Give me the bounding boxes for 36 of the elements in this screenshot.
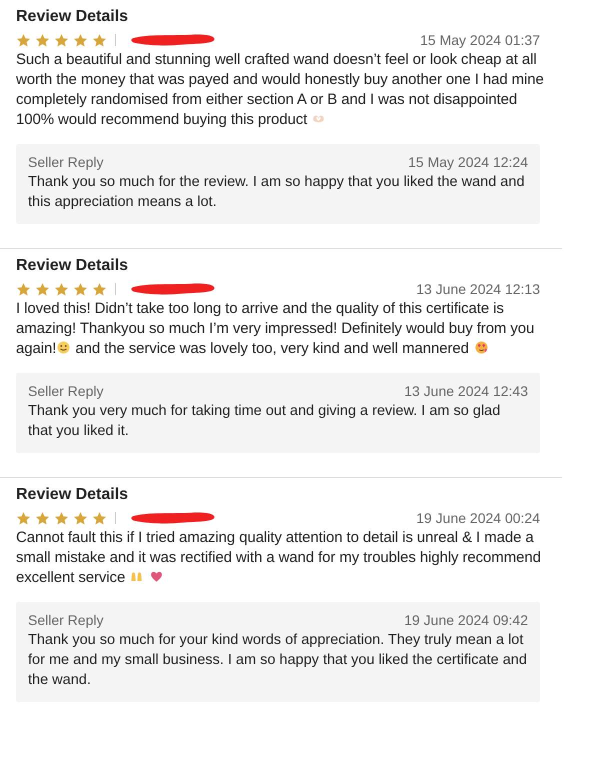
review-date: 13 June 2024 12:13 <box>416 281 541 297</box>
star-icon <box>35 510 50 526</box>
section-heading: Review Details <box>16 257 130 275</box>
reply-label: Seller Reply <box>28 154 104 170</box>
reply-text: Thank you so much for your kind words of appreciation. They truly mean a lot for me and my small business. I am so happy that you liked the certificate and the wand. <box>28 631 528 690</box>
heart-icon <box>149 569 164 584</box>
review-text: I loved this! Didn’t take too long to arrive and the quality of this certificate is amazing! Thankyou so much I’m very impressed! Definitely would buy from you again! and the service was lovely too, very kind and well mannered <box>16 299 536 359</box>
star-icon <box>16 32 31 48</box>
reply-label: Seller Reply <box>28 383 104 399</box>
star-icon <box>92 32 107 48</box>
star-icon <box>73 32 88 48</box>
star-icon <box>73 510 88 526</box>
reply-date: 15 May 2024 12:24 <box>408 154 528 170</box>
reply-text: Thank you very much for taking time out and giving a review. I am so glad that you liked it. <box>28 402 502 441</box>
review-text: Such a beautiful and stunning well crafted wand doesn’t feel or look cheap at all worth the money that was payed and would honestly buy another one I had mine completely randomised from either section A or B and I was not disappointed 100% would recommend buying this product <box>16 50 545 130</box>
star-icon <box>54 282 69 296</box>
section-heading: Review Details <box>16 8 130 26</box>
review-date: 15 May 2024 01:37 <box>420 32 541 48</box>
reply-date: 19 June 2024 09:42 <box>404 612 528 628</box>
review-date: 19 June 2024 00:24 <box>416 510 541 526</box>
star-icon <box>54 510 69 526</box>
review-text: Cannot fault this if I tried amazing quality attention to detail is unreal & I made a small mistake and it was rectified with a wand for my troubles highly recommend excellent service <box>16 528 542 588</box>
star-icon <box>35 32 50 48</box>
star-icon <box>73 282 88 296</box>
section-heading: Review Details <box>16 486 130 504</box>
reply-label: Seller Reply <box>28 612 104 628</box>
reply-text: Thank you so much for the review. I am so happy that you liked the wand and this appreciation means a lot. <box>28 173 526 212</box>
love-face-icon <box>474 340 489 355</box>
star-icon <box>16 282 31 296</box>
reply-date: 13 June 2024 12:43 <box>404 383 528 399</box>
star-icon <box>35 282 50 296</box>
star-icon <box>92 282 107 296</box>
star-icon <box>54 32 69 48</box>
star-icon <box>16 510 31 526</box>
star-icon <box>92 510 107 526</box>
smile-icon <box>56 340 72 355</box>
